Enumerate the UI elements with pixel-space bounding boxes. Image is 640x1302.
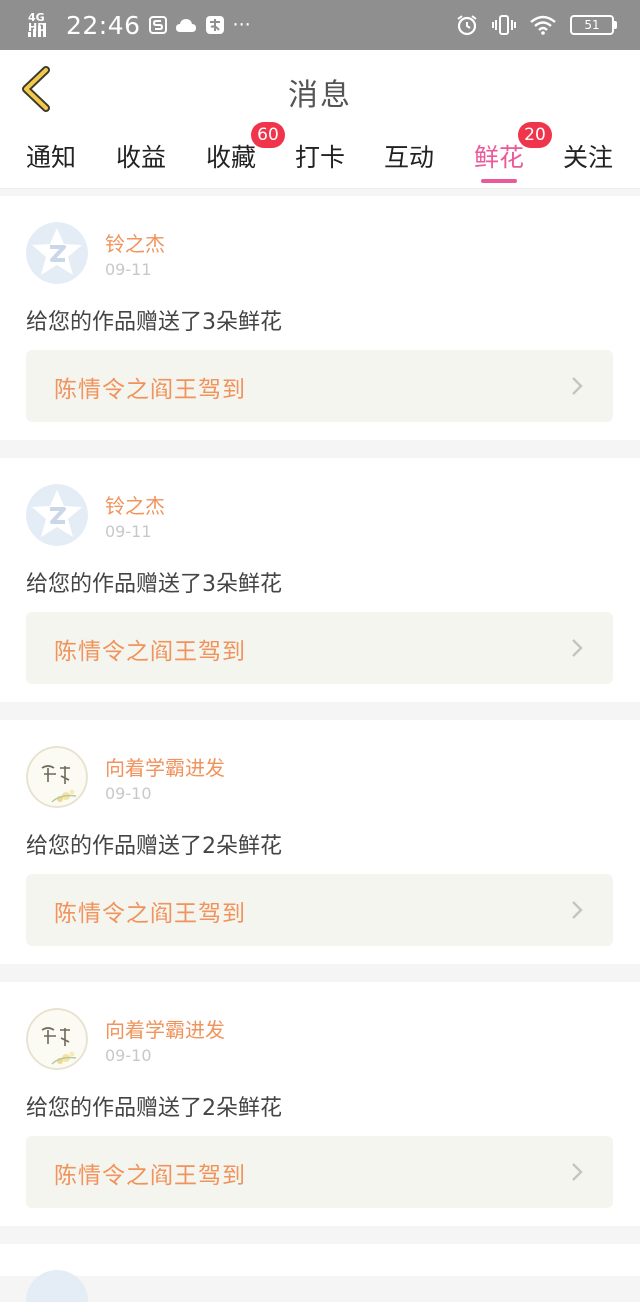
work-link[interactable]: 陈情令之阎王驾到 — [26, 350, 613, 422]
wifi-icon — [530, 15, 556, 35]
status-bar-left: 4G HD 22:46 ··· — [28, 11, 251, 40]
flower-message-card: 铃之杰 09-11 给您的作品赠送了3朵鲜花 陈情令之阎王驾到 — [0, 196, 640, 440]
chevron-right-icon — [572, 901, 583, 919]
notification-s-icon — [148, 16, 167, 34]
message-date: 09-10 — [105, 784, 152, 803]
user-avatar[interactable] — [26, 222, 88, 284]
vibrate-icon — [492, 15, 516, 35]
work-title: 陈情令之阎王驾到 — [54, 377, 246, 403]
battery-icon: 51 — [570, 15, 617, 35]
sender-name[interactable]: 铃之杰 — [105, 490, 165, 519]
category-tabs: 通知 收益 收藏 60 打卡 互动 鲜花 20 关注 — [0, 122, 640, 189]
tab-following[interactable]: 关注 — [563, 138, 613, 174]
work-title: 陈情令之阎王驾到 — [54, 1163, 246, 1189]
status-bar-right: 51 — [456, 14, 617, 36]
active-tab-indicator — [481, 179, 517, 183]
sender-name[interactable]: 向着学霸进发 — [105, 1014, 225, 1043]
user-avatar-partial-icon — [26, 1270, 88, 1302]
message-date: 09-11 — [105, 260, 152, 279]
tab-favorites[interactable]: 收藏 — [206, 138, 256, 174]
user-avatar[interactable] — [26, 484, 88, 546]
work-link[interactable]: 陈情令之阎王驾到 — [26, 1136, 613, 1208]
tab-interactions[interactable]: 互动 — [384, 138, 434, 174]
work-link[interactable]: 陈情令之阎王驾到 — [26, 874, 613, 946]
status-time: 22:46 — [66, 10, 141, 40]
work-title: 陈情令之阎王驾到 — [54, 901, 246, 927]
tab-flowers[interactable]: 鲜花 — [474, 138, 524, 174]
app-header: 消息 — [0, 50, 640, 128]
sender-name[interactable]: 铃之杰 — [105, 228, 165, 257]
alarm-icon — [457, 15, 477, 36]
flowers-count-badge: 20 — [518, 122, 552, 148]
message-date: 09-11 — [105, 522, 152, 541]
next-message-card-partial — [0, 1244, 640, 1302]
battery-level: 51 — [584, 18, 600, 32]
tab-earnings[interactable]: 收益 — [116, 138, 166, 174]
signal-icon: 4G HD — [28, 11, 58, 39]
favorites-count-badge: 60 — [251, 122, 285, 148]
sender-name[interactable]: 向着学霸进发 — [105, 752, 225, 781]
tab-checkin[interactable]: 打卡 — [295, 138, 345, 174]
cloud-icon — [175, 19, 196, 32]
flower-message-card: 向着学霸进发 09-10 给您的作品赠送了2朵鲜花 陈情令之阎王驾到 — [0, 982, 640, 1226]
work-link[interactable]: 陈情令之阎王驾到 — [26, 612, 613, 684]
message-text: 给您的作品赠送了3朵鲜花 — [26, 310, 282, 335]
user-avatar[interactable] — [26, 1008, 88, 1070]
message-text: 给您的作品赠送了2朵鲜花 — [26, 834, 282, 859]
user-avatar[interactable] — [26, 746, 88, 808]
app-notification-icon — [205, 16, 224, 34]
message-date: 09-10 — [105, 1046, 152, 1065]
star-badge-avatar-icon — [26, 484, 88, 546]
floral-calligraphy-avatar-icon — [26, 746, 88, 808]
tab-notifications[interactable]: 通知 — [26, 138, 76, 174]
message-text: 给您的作品赠送了3朵鲜花 — [26, 572, 282, 597]
work-title: 陈情令之阎王驾到 — [54, 639, 246, 665]
more-dots-icon: ··· — [232, 14, 251, 36]
chevron-right-icon — [572, 377, 583, 395]
page-title: 消息 — [288, 78, 352, 113]
flower-message-card: 向着学霸进发 09-10 给您的作品赠送了2朵鲜花 陈情令之阎王驾到 — [0, 720, 640, 964]
chevron-right-icon — [572, 1163, 583, 1181]
floral-calligraphy-avatar-icon — [26, 1008, 88, 1070]
message-text: 给您的作品赠送了2朵鲜花 — [26, 1096, 282, 1121]
star-badge-avatar-icon — [26, 222, 88, 284]
flower-message-card: 铃之杰 09-11 给您的作品赠送了3朵鲜花 陈情令之阎王驾到 — [0, 458, 640, 702]
status-bar: 4G HD 22:46 ··· — [0, 0, 640, 50]
chevron-right-icon — [572, 639, 583, 657]
